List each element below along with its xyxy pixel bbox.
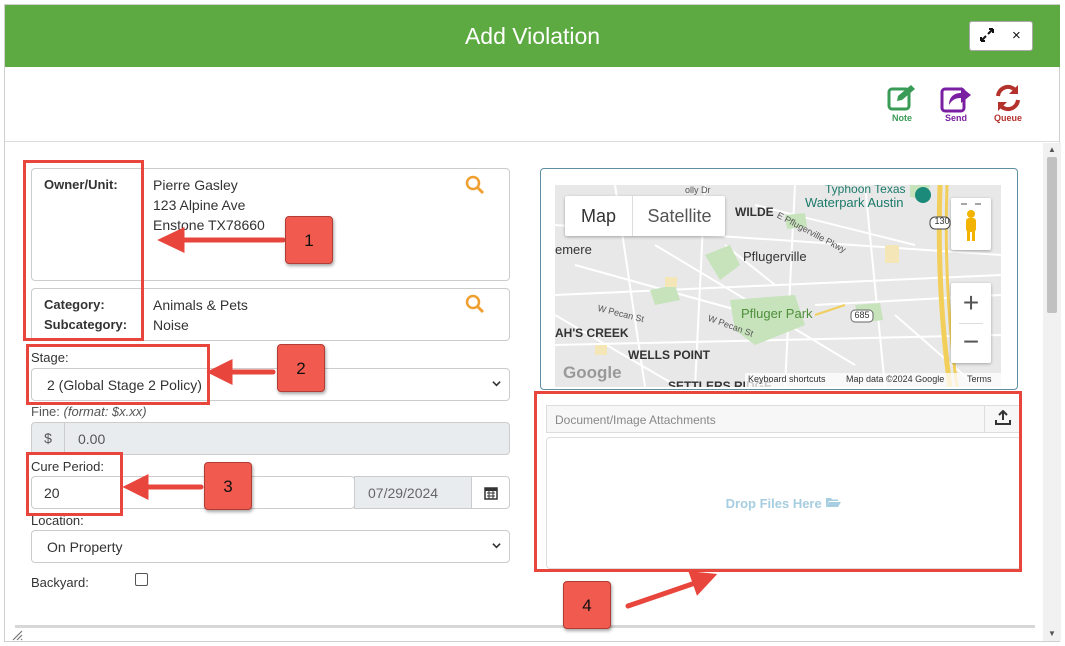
annotation-arrows bbox=[122, 227, 718, 609]
annotation-badge-2: 2 bbox=[277, 344, 325, 392]
annotation-arrowhead-3 bbox=[122, 473, 149, 501]
annotation-badge-1: 1 bbox=[285, 216, 333, 264]
annotation-arrowhead-2 bbox=[206, 358, 233, 386]
annotation-badge-4: 4 bbox=[563, 581, 611, 629]
annotation-arrow-4 bbox=[625, 579, 701, 609]
annotation-arrowhead-4 bbox=[688, 571, 718, 596]
annotation-arrowhead-1 bbox=[157, 227, 185, 253]
annotation-badge-3: 3 bbox=[204, 462, 252, 510]
